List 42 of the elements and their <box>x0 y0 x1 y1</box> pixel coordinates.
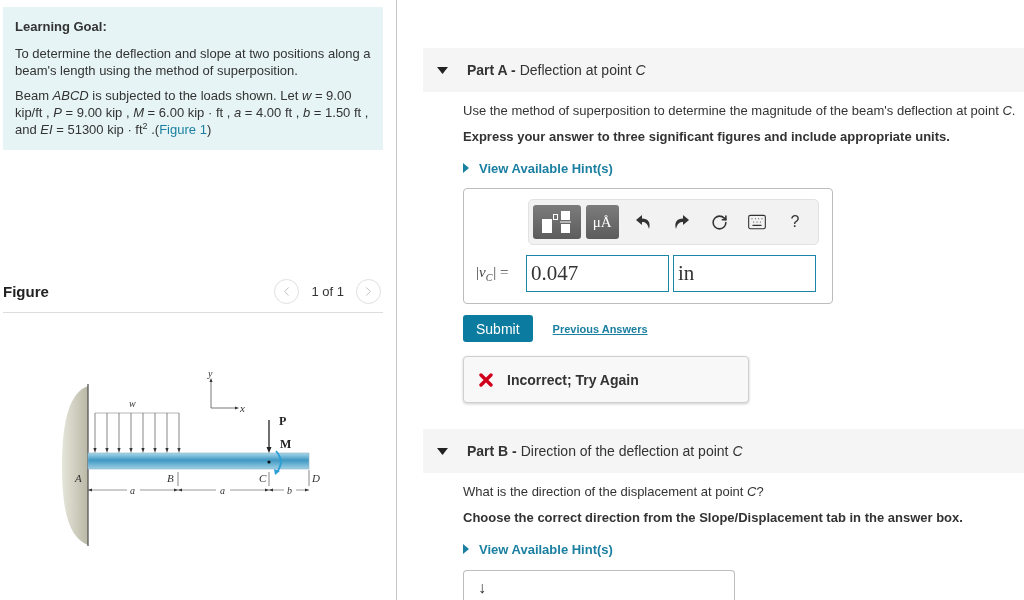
diagram-label: M <box>280 437 292 451</box>
previous-answers-link[interactable]: Previous Answers <box>552 322 648 335</box>
reset-icon <box>710 213 728 231</box>
keyboard-icon <box>747 212 768 232</box>
units-button[interactable]: μÅ <box>585 205 619 239</box>
diagram-label: b <box>287 485 292 496</box>
diagram-label: x <box>240 402 245 414</box>
learning-goal-title: Learning Goal: <box>15 19 108 35</box>
help-button[interactable]: ? <box>776 205 814 239</box>
diagram-label: y <box>208 368 213 379</box>
answer-value-field[interactable]: 0.047 <box>526 255 669 292</box>
redo-icon <box>674 215 689 229</box>
question-text: Use the method of superposition to determine the magnitude of the beam's deflection at point C. <box>463 103 1016 119</box>
part-header[interactable]: Part B - Direction of the deflection at point C <box>423 429 1024 473</box>
cross-icon <box>479 372 493 387</box>
diagram-label: B <box>167 472 174 484</box>
page-counter: 1 of 1 <box>311 283 344 299</box>
diagram-label: P <box>279 414 287 428</box>
answer-box[interactable]: ↓ <box>463 570 735 600</box>
feedback-message: Incorrect; Try Again <box>507 371 639 388</box>
diagram-label: w <box>129 398 136 409</box>
instruction-text: Express your answer to three significant figures and include appropriate units. <box>463 129 951 145</box>
submit-button[interactable]: Submit <box>463 315 533 342</box>
goal-text: To determine the deflection and slope at two positions along a beam's length using the method of superposition. <box>15 45 371 79</box>
answer-label: |v$_{C}$| = <box>476 264 510 283</box>
figure-link[interactable]: Figure 1 <box>159 122 207 137</box>
diagram-label: C <box>259 472 267 484</box>
undo-icon <box>636 215 652 229</box>
fraction-template-icon <box>540 211 573 233</box>
figure-title: Figure <box>3 282 49 300</box>
templates-button[interactable] <box>533 205 581 239</box>
part-header[interactable]: Part A - Deflection at point C <box>423 48 1024 92</box>
instruction-text: Choose the correct direction from the Slope/Displacement tab in the answer box. <box>463 510 964 526</box>
hints-toggle[interactable]: View Available Hint(s) <box>463 160 613 176</box>
hints-toggle[interactable]: View Available Hint(s) <box>463 541 613 557</box>
answer-units-field[interactable]: in <box>673 255 816 292</box>
question-text: What is the direction of the displacement at point C? <box>463 484 765 500</box>
diagram-label: D <box>312 472 320 484</box>
diagram-label: A <box>75 472 82 484</box>
diagram-label: a <box>220 485 225 496</box>
problem-statement: Beam ABCD is subjected to the loads shown. Let w = 9.00 kip/ft , P = 9.00 kip , M = 6.00 kip · ft , a = 4.00 ft , b = 1.50 ft , and EI = 51300 kip · ft$^{2}$ .(Figure 1) <box>15 87 370 138</box>
diagram-label: a <box>130 485 135 496</box>
